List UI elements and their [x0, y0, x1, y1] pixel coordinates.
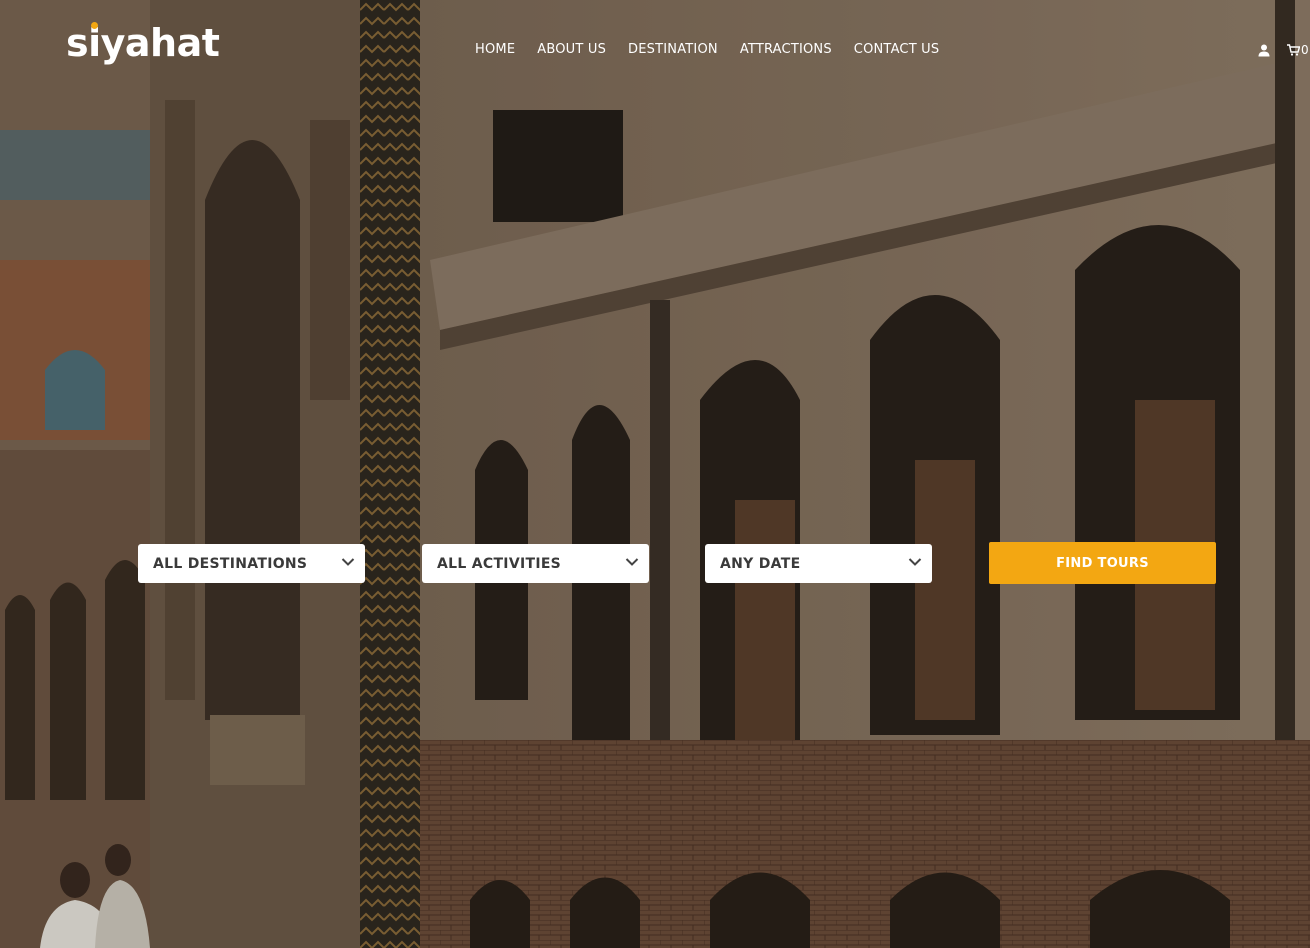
- hero-section: siyahat HOME ABOUT US DESTINATION ATTRAC…: [0, 0, 1310, 948]
- chevron-down-icon: [625, 558, 639, 566]
- cart-button[interactable]: 0: [1287, 43, 1309, 57]
- chevron-down-icon: [908, 558, 922, 566]
- hero-background-image: [0, 0, 1310, 948]
- nav-item-about-us[interactable]: ABOUT US: [537, 42, 606, 57]
- destination-select[interactable]: ALL DESTINATIONS: [138, 544, 365, 583]
- tour-search-form: ALL DESTINATIONS ALL ACTIVITIES ANY DATE…: [0, 542, 1310, 584]
- date-select[interactable]: ANY DATE: [705, 544, 932, 583]
- main-nav: HOME ABOUT US DESTINATION ATTRACTIONS CO…: [475, 42, 961, 57]
- activity-select[interactable]: ALL ACTIVITIES: [422, 544, 649, 583]
- date-select-value: ANY DATE: [720, 555, 801, 572]
- cart-icon: [1287, 44, 1300, 56]
- cart-count: 0: [1301, 43, 1309, 57]
- find-tours-button[interactable]: FIND TOURS: [989, 542, 1216, 584]
- chevron-down-icon: [341, 558, 355, 566]
- destination-select-value: ALL DESTINATIONS: [153, 555, 308, 572]
- nav-item-attractions[interactable]: ATTRACTIONS: [740, 42, 832, 57]
- logo-accent-dot: [91, 22, 98, 29]
- nav-item-contact-us[interactable]: CONTACT US: [854, 42, 940, 57]
- user-icon[interactable]: [1257, 43, 1271, 57]
- nav-item-home[interactable]: HOME: [475, 42, 515, 57]
- site-header: siyahat HOME ABOUT US DESTINATION ATTRAC…: [0, 0, 1310, 100]
- site-logo[interactable]: siyahat: [66, 24, 220, 62]
- activity-select-value: ALL ACTIVITIES: [437, 555, 562, 572]
- nav-item-destination[interactable]: DESTINATION: [628, 42, 718, 57]
